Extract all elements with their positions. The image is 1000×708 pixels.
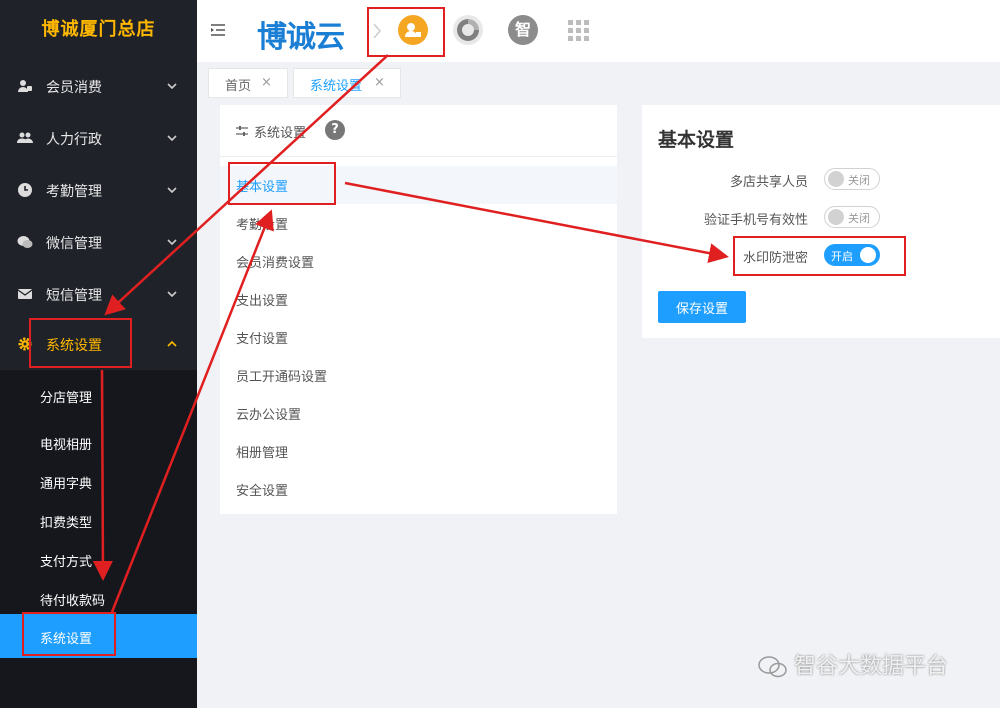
- annotation-arrows: [92, 54, 729, 613]
- wechat-icon: [758, 656, 787, 678]
- platform-watermark: 智谷大数据平台: [758, 648, 948, 680]
